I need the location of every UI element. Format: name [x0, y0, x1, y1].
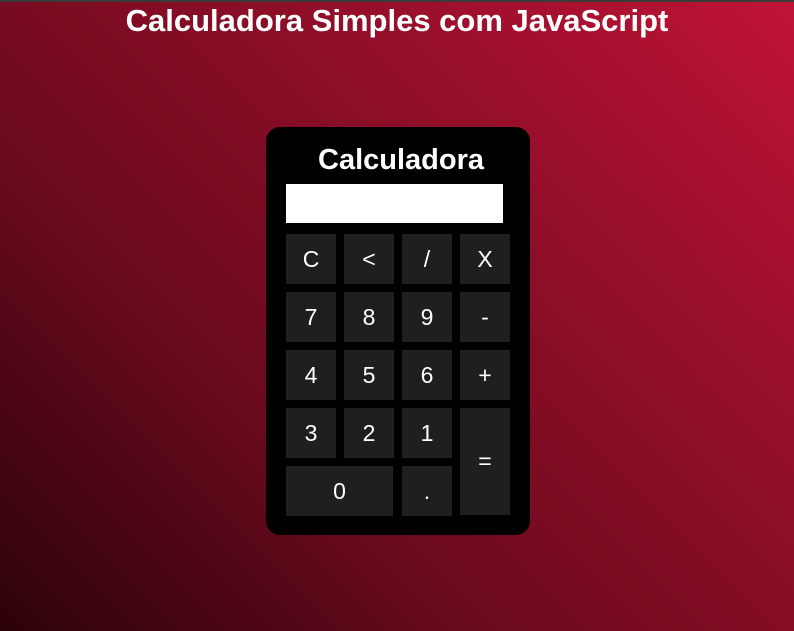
digit-9-button[interactable]: 9	[402, 292, 452, 342]
calculator-display[interactable]	[286, 184, 503, 223]
window-top-border	[0, 0, 794, 2]
clear-button[interactable]: C	[286, 234, 336, 284]
calculator-title: Calculadora	[318, 144, 484, 176]
backspace-button[interactable]: <	[344, 234, 394, 284]
minus-button[interactable]: -	[460, 292, 510, 342]
page-title: Calculadora Simples com JavaScript	[125, 3, 669, 38]
plus-button[interactable]: +	[460, 350, 510, 400]
digit-7-button[interactable]: 7	[286, 292, 336, 342]
digit-0-button[interactable]: 0	[286, 466, 393, 516]
digit-1-button[interactable]: 1	[402, 408, 452, 458]
multiply-button[interactable]: X	[460, 234, 510, 284]
decimal-button[interactable]: .	[402, 466, 452, 516]
digit-5-button[interactable]: 5	[344, 350, 394, 400]
digit-3-button[interactable]: 3	[286, 408, 336, 458]
digit-6-button[interactable]: 6	[402, 350, 452, 400]
digit-8-button[interactable]: 8	[344, 292, 394, 342]
digit-4-button[interactable]: 4	[286, 350, 336, 400]
equals-button[interactable]: =	[460, 408, 510, 515]
calculator: Calculadora C < / X 7 8 9 - 4 5 6 + 3 2 …	[266, 127, 530, 535]
digit-2-button[interactable]: 2	[344, 408, 394, 458]
divide-button[interactable]: /	[402, 234, 452, 284]
